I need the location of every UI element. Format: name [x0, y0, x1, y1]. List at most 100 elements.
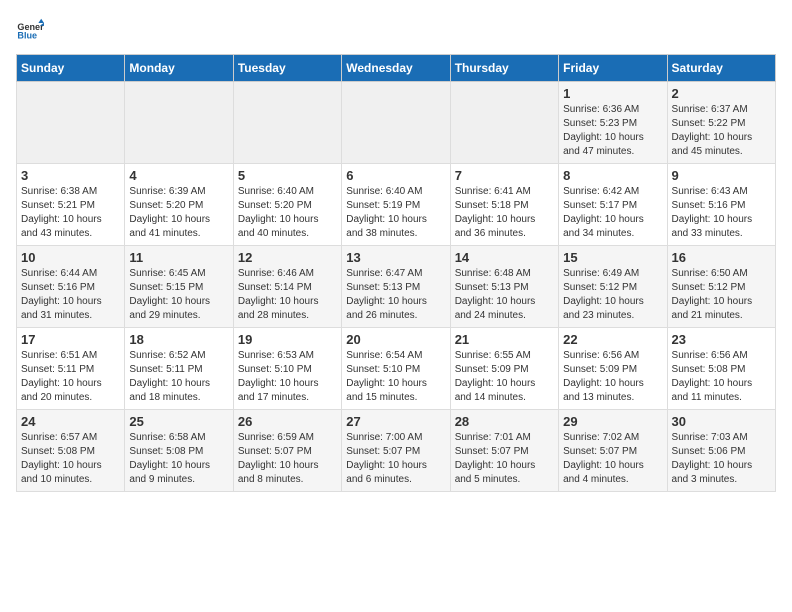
- day-info: Sunrise: 6:56 AM Sunset: 5:09 PM Dayligh…: [563, 349, 662, 405]
- weekday-header: Tuesday: [233, 55, 341, 82]
- calendar-cell: 12 Sunrise: 6:46 AM Sunset: 5:14 PM Dayli…: [233, 246, 341, 328]
- day-number: 13: [346, 250, 445, 265]
- day-number: 22: [563, 332, 662, 347]
- calendar-cell: 15 Sunrise: 6:49 AM Sunset: 5:12 PM Dayli…: [559, 246, 667, 328]
- day-info: Sunrise: 6:56 AM Sunset: 5:08 PM Dayligh…: [672, 349, 771, 405]
- calendar-cell: 25 Sunrise: 6:58 AM Sunset: 5:08 PM Dayli…: [125, 410, 233, 492]
- day-number: 11: [129, 250, 228, 265]
- day-number: 9: [672, 168, 771, 183]
- day-number: 26: [238, 414, 337, 429]
- day-info: Sunrise: 6:49 AM Sunset: 5:12 PM Dayligh…: [563, 267, 662, 323]
- day-number: 12: [238, 250, 337, 265]
- day-number: 21: [455, 332, 554, 347]
- logo-icon: General Blue: [16, 16, 44, 44]
- day-info: Sunrise: 6:43 AM Sunset: 5:16 PM Dayligh…: [672, 185, 771, 241]
- day-info: Sunrise: 6:39 AM Sunset: 5:20 PM Dayligh…: [129, 185, 228, 241]
- calendar-cell: [233, 82, 341, 164]
- calendar-cell: 9 Sunrise: 6:43 AM Sunset: 5:16 PM Daylig…: [667, 164, 775, 246]
- calendar-cell: [17, 82, 125, 164]
- day-number: 17: [21, 332, 120, 347]
- weekday-header: Thursday: [450, 55, 558, 82]
- day-number: 23: [672, 332, 771, 347]
- day-info: Sunrise: 6:44 AM Sunset: 5:16 PM Dayligh…: [21, 267, 120, 323]
- day-number: 14: [455, 250, 554, 265]
- day-info: Sunrise: 6:59 AM Sunset: 5:07 PM Dayligh…: [238, 431, 337, 487]
- svg-text:Blue: Blue: [17, 30, 37, 40]
- calendar-cell: 2 Sunrise: 6:37 AM Sunset: 5:22 PM Daylig…: [667, 82, 775, 164]
- calendar-header-row: SundayMondayTuesdayWednesdayThursdayFrid…: [17, 55, 776, 82]
- logo: General Blue: [16, 16, 44, 44]
- calendar-cell: 23 Sunrise: 6:56 AM Sunset: 5:08 PM Dayli…: [667, 328, 775, 410]
- calendar-cell: 18 Sunrise: 6:52 AM Sunset: 5:11 PM Dayli…: [125, 328, 233, 410]
- day-number: 5: [238, 168, 337, 183]
- header: General Blue: [16, 16, 776, 44]
- day-info: Sunrise: 6:46 AM Sunset: 5:14 PM Dayligh…: [238, 267, 337, 323]
- day-number: 28: [455, 414, 554, 429]
- day-info: Sunrise: 6:58 AM Sunset: 5:08 PM Dayligh…: [129, 431, 228, 487]
- weekday-header: Wednesday: [342, 55, 450, 82]
- day-number: 29: [563, 414, 662, 429]
- day-number: 4: [129, 168, 228, 183]
- day-number: 24: [21, 414, 120, 429]
- calendar-cell: [342, 82, 450, 164]
- day-number: 27: [346, 414, 445, 429]
- weekday-header: Saturday: [667, 55, 775, 82]
- calendar-cell: 11 Sunrise: 6:45 AM Sunset: 5:15 PM Dayli…: [125, 246, 233, 328]
- day-number: 1: [563, 86, 662, 101]
- day-info: Sunrise: 6:55 AM Sunset: 5:09 PM Dayligh…: [455, 349, 554, 405]
- weekday-header: Monday: [125, 55, 233, 82]
- calendar-cell: 24Sunrise: 6:57 AM Sunset: 5:08 PM Dayli…: [17, 410, 125, 492]
- calendar-cell: 19 Sunrise: 6:53 AM Sunset: 5:10 PM Dayli…: [233, 328, 341, 410]
- calendar-cell: 6Sunrise: 6:40 AM Sunset: 5:19 PM Daylig…: [342, 164, 450, 246]
- calendar-cell: 10 Sunrise: 6:44 AM Sunset: 5:16 PM Dayli…: [17, 246, 125, 328]
- weekday-header: Sunday: [17, 55, 125, 82]
- day-number: 3: [21, 168, 120, 183]
- day-number: 18: [129, 332, 228, 347]
- calendar-table: SundayMondayTuesdayWednesdayThursdayFrid…: [16, 54, 776, 492]
- calendar-cell: 17 Sunrise: 6:51 AM Sunset: 5:11 PM Dayli…: [17, 328, 125, 410]
- day-info: Sunrise: 6:41 AM Sunset: 5:18 PM Dayligh…: [455, 185, 554, 241]
- day-info: Sunrise: 6:48 AM Sunset: 5:13 PM Dayligh…: [455, 267, 554, 323]
- day-info: Sunrise: 6:54 AM Sunset: 5:10 PM Dayligh…: [346, 349, 445, 405]
- calendar-week-row: 24Sunrise: 6:57 AM Sunset: 5:08 PM Dayli…: [17, 410, 776, 492]
- calendar-cell: 7 Sunrise: 6:41 AM Sunset: 5:18 PM Daylig…: [450, 164, 558, 246]
- day-number: 7: [455, 168, 554, 183]
- calendar-body: 1 Sunrise: 6:36 AM Sunset: 5:23 PM Daylig…: [17, 82, 776, 492]
- day-info: Sunrise: 6:52 AM Sunset: 5:11 PM Dayligh…: [129, 349, 228, 405]
- calendar-cell: 14 Sunrise: 6:48 AM Sunset: 5:13 PM Dayli…: [450, 246, 558, 328]
- calendar-week-row: 1 Sunrise: 6:36 AM Sunset: 5:23 PM Daylig…: [17, 82, 776, 164]
- day-number: 25: [129, 414, 228, 429]
- day-number: 10: [21, 250, 120, 265]
- calendar-cell: 29Sunrise: 7:02 AM Sunset: 5:07 PM Dayli…: [559, 410, 667, 492]
- day-number: 30: [672, 414, 771, 429]
- day-number: 15: [563, 250, 662, 265]
- calendar-cell: [125, 82, 233, 164]
- day-info: Sunrise: 6:53 AM Sunset: 5:10 PM Dayligh…: [238, 349, 337, 405]
- day-info: Sunrise: 7:03 AM Sunset: 5:06 PM Dayligh…: [672, 431, 771, 487]
- day-info: Sunrise: 7:01 AM Sunset: 5:07 PM Dayligh…: [455, 431, 554, 487]
- day-info: Sunrise: 6:47 AM Sunset: 5:13 PM Dayligh…: [346, 267, 445, 323]
- day-number: 6: [346, 168, 445, 183]
- day-number: 2: [672, 86, 771, 101]
- calendar-cell: 3 Sunrise: 6:38 AM Sunset: 5:21 PM Daylig…: [17, 164, 125, 246]
- day-info: Sunrise: 6:51 AM Sunset: 5:11 PM Dayligh…: [21, 349, 120, 405]
- day-info: Sunrise: 6:40 AM Sunset: 5:20 PM Dayligh…: [238, 185, 337, 241]
- calendar-cell: 1 Sunrise: 6:36 AM Sunset: 5:23 PM Daylig…: [559, 82, 667, 164]
- day-info: Sunrise: 6:42 AM Sunset: 5:17 PM Dayligh…: [563, 185, 662, 241]
- calendar-cell: 28 Sunrise: 7:01 AM Sunset: 5:07 PM Dayli…: [450, 410, 558, 492]
- day-info: Sunrise: 6:37 AM Sunset: 5:22 PM Dayligh…: [672, 103, 771, 159]
- calendar-cell: 5 Sunrise: 6:40 AM Sunset: 5:20 PM Daylig…: [233, 164, 341, 246]
- day-info: Sunrise: 6:45 AM Sunset: 5:15 PM Dayligh…: [129, 267, 228, 323]
- day-info: Sunrise: 6:38 AM Sunset: 5:21 PM Dayligh…: [21, 185, 120, 241]
- calendar-cell: 21 Sunrise: 6:55 AM Sunset: 5:09 PM Dayli…: [450, 328, 558, 410]
- weekday-header: Friday: [559, 55, 667, 82]
- calendar-week-row: 3 Sunrise: 6:38 AM Sunset: 5:21 PM Daylig…: [17, 164, 776, 246]
- calendar-cell: 20 Sunrise: 6:54 AM Sunset: 5:10 PM Dayli…: [342, 328, 450, 410]
- day-number: 8: [563, 168, 662, 183]
- calendar-cell: 8 Sunrise: 6:42 AM Sunset: 5:17 PM Daylig…: [559, 164, 667, 246]
- day-number: 20: [346, 332, 445, 347]
- day-info: Sunrise: 6:36 AM Sunset: 5:23 PM Dayligh…: [563, 103, 662, 159]
- calendar-cell: 26 Sunrise: 6:59 AM Sunset: 5:07 PM Dayli…: [233, 410, 341, 492]
- calendar-cell: 16Sunrise: 6:50 AM Sunset: 5:12 PM Dayli…: [667, 246, 775, 328]
- day-number: 19: [238, 332, 337, 347]
